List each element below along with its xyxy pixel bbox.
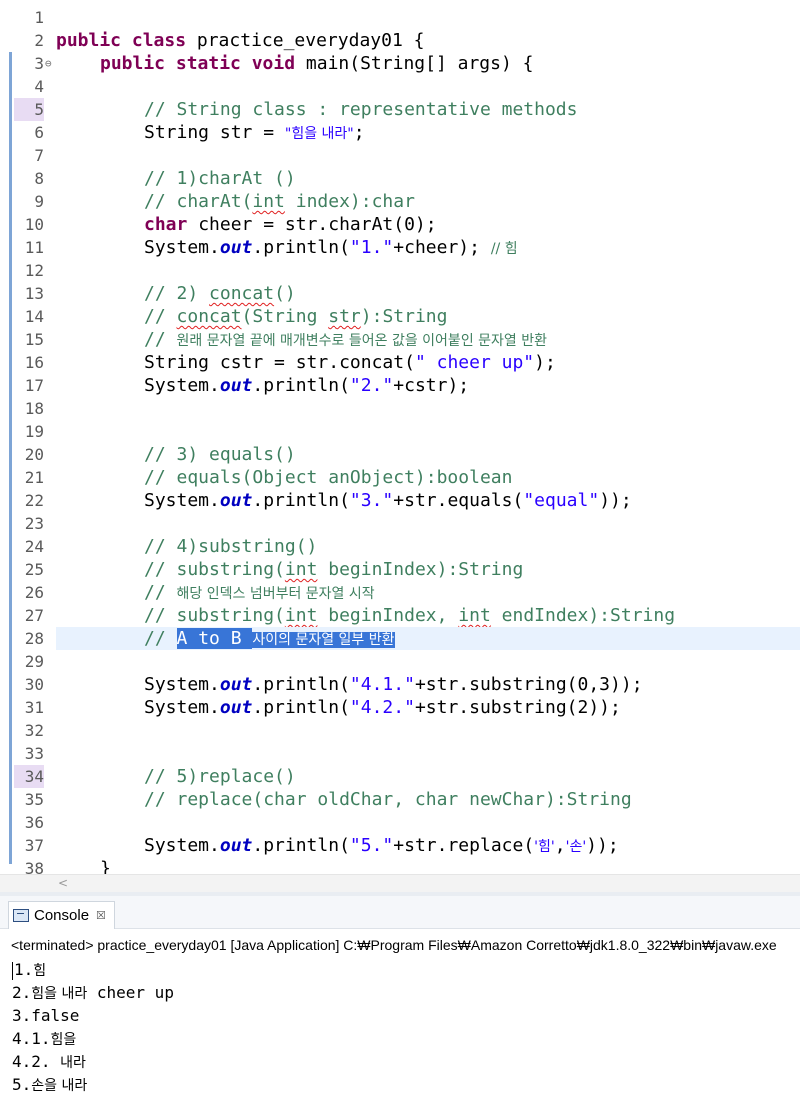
line-number: 17 (24, 376, 44, 395)
line-number: 24 (24, 537, 44, 556)
line-number: 31 (24, 698, 44, 717)
line-number: 3 (34, 54, 44, 73)
code-line-31[interactable]: System.out.println("4.2."+str.substring(… (144, 696, 800, 719)
console-output-line: 4.2. 내라 (12, 1052, 86, 1071)
code-line-9[interactable]: // charAt(int index):char (144, 190, 800, 213)
code-line-25[interactable]: // substring(int beginIndex):String (144, 558, 800, 581)
line-number: 23 (24, 514, 44, 533)
line-number: 14 (24, 307, 44, 326)
change-ruler-marker (9, 52, 12, 864)
code-line-2[interactable]: public class practice_everyday01 { (56, 29, 800, 52)
console-status: <terminated> practice_everyday01 [Java A… (11, 937, 777, 953)
code-line-34[interactable]: // 5)replace() (144, 765, 800, 788)
fold-toggle-icon[interactable]: ⊖ (45, 52, 52, 75)
text-caret (12, 961, 13, 980)
line-number: 35 (24, 790, 44, 809)
line-number: 15 (24, 330, 44, 349)
line-number: 5 (14, 98, 44, 121)
line-number: 7 (34, 146, 44, 165)
tab-console[interactable]: Console ☒ (8, 901, 115, 929)
line-number: 38 (24, 859, 44, 874)
line-number: 30 (24, 675, 44, 694)
line-number: 10 (24, 215, 44, 234)
code-line-22[interactable]: System.out.println("3."+str.equals("equa… (144, 489, 800, 512)
code-line-16[interactable]: String cstr = str.concat(" cheer up"); (144, 351, 800, 374)
console-output-line: 3.false (12, 1006, 80, 1025)
line-number: 26 (24, 583, 44, 602)
console-output[interactable]: 1.힘 2.힘을 내라 cheer up 3.false 4.1.힘을 4.2. 내라 5… (12, 958, 174, 1096)
line-number: 32 (24, 721, 44, 740)
line-number: 9 (34, 192, 44, 211)
code-line-15[interactable]: // 원래 문자열 끝에 매개변수로 들어온 값을 이어붙인 문자열 반환 (144, 328, 800, 351)
code-line-37[interactable]: System.out.println("5."+str.replace('힘',… (144, 834, 800, 857)
line-number: 2 (34, 31, 44, 50)
line-number: 29 (24, 652, 44, 671)
close-icon[interactable]: ☒ (96, 909, 106, 922)
line-number: 22 (24, 491, 44, 510)
console-output-line: 1.힘 (12, 960, 47, 980)
console-tab-bar: Console ☒ (0, 896, 800, 929)
code-line-17[interactable]: System.out.println("2."+cstr); (144, 374, 800, 397)
console-output-line: 4.1.힘을 (12, 1029, 77, 1048)
line-number: 20 (24, 445, 44, 464)
line-number: 6 (34, 123, 44, 142)
line-number: 11 (24, 238, 44, 257)
console-output-line: 5.손을 내라 (12, 1075, 88, 1094)
line-number: 16 (24, 353, 44, 372)
code-line-28-current[interactable]: // A to B 사이의 문자열 일부 반환 (56, 627, 800, 650)
code-line-27[interactable]: // substring(int beginIndex, int endInde… (144, 604, 800, 627)
line-number: 27 (24, 606, 44, 625)
console-output-line: 2.힘을 내라 cheer up (12, 983, 174, 1002)
line-number: 4 (34, 77, 44, 96)
horizontal-scrollbar[interactable]: < (0, 874, 800, 892)
text-selection-korean[interactable]: 사이의 문자열 일부 반환 (252, 632, 395, 648)
line-number: 37 (24, 836, 44, 855)
code-line-8[interactable]: // 1)charAt () (144, 167, 800, 190)
line-number: 12 (24, 261, 44, 280)
code-line-20[interactable]: // 3) equals() (144, 443, 800, 466)
code-line-26[interactable]: // 해당 인덱스 넘버부터 문자열 시작 (144, 581, 800, 604)
line-number: 8 (34, 169, 44, 188)
code-line-38[interactable]: } (100, 857, 800, 874)
line-number: 21 (24, 468, 44, 487)
line-number: 13 (24, 284, 44, 303)
code-line-5[interactable]: // String class : representative methods (144, 98, 800, 121)
scroll-left-icon[interactable]: < (58, 875, 68, 892)
line-number-gutter: 1 2 3 4 5 6 7 8 9 10 11 12 13 14 15 16 17 18 19 20 21 22 23 24 2… (14, 0, 54, 874)
line-number: 34 (14, 765, 44, 788)
code-editor[interactable]: 1 2 3 4 5 6 7 8 9 10 11 12 13 14 15 16 17 18 19 20 21 22 23 24 2… (0, 0, 800, 874)
code-line-13[interactable]: // 2) concat() (144, 282, 800, 305)
code-line-11[interactable]: System.out.println("1."+cheer); // 힘 (144, 236, 800, 259)
line-number: 25 (24, 560, 44, 579)
line-number: 1 (34, 8, 44, 27)
code-line-3[interactable]: public static void main(String[] args) { (100, 52, 800, 75)
code-line-24[interactable]: // 4)substring() (144, 535, 800, 558)
code-line-21[interactable]: // equals(Object anObject):boolean (144, 466, 800, 489)
console-icon (13, 909, 29, 922)
text-selection[interactable]: A to B (176, 628, 253, 649)
console-tab-label: Console (34, 907, 90, 924)
console-view[interactable]: Console ☒ <terminated> practice_everyday… (0, 892, 800, 1112)
line-number: 33 (24, 744, 44, 763)
line-number: 18 (24, 399, 44, 418)
code-line-10[interactable]: char cheer = str.charAt(0); (144, 213, 800, 236)
line-number: 19 (24, 422, 44, 441)
line-number: 36 (24, 813, 44, 832)
code-line-14[interactable]: // concat(String str):String (144, 305, 800, 328)
overview-ruler (0, 0, 9, 874)
line-number: 28 (24, 629, 44, 648)
code-line-35[interactable]: // replace(char oldChar, char newChar):S… (144, 788, 800, 811)
code-line-30[interactable]: System.out.println("4.1."+str.substring(… (144, 673, 800, 696)
code-line-6[interactable]: String str = "힘을 내라"; (144, 121, 800, 144)
